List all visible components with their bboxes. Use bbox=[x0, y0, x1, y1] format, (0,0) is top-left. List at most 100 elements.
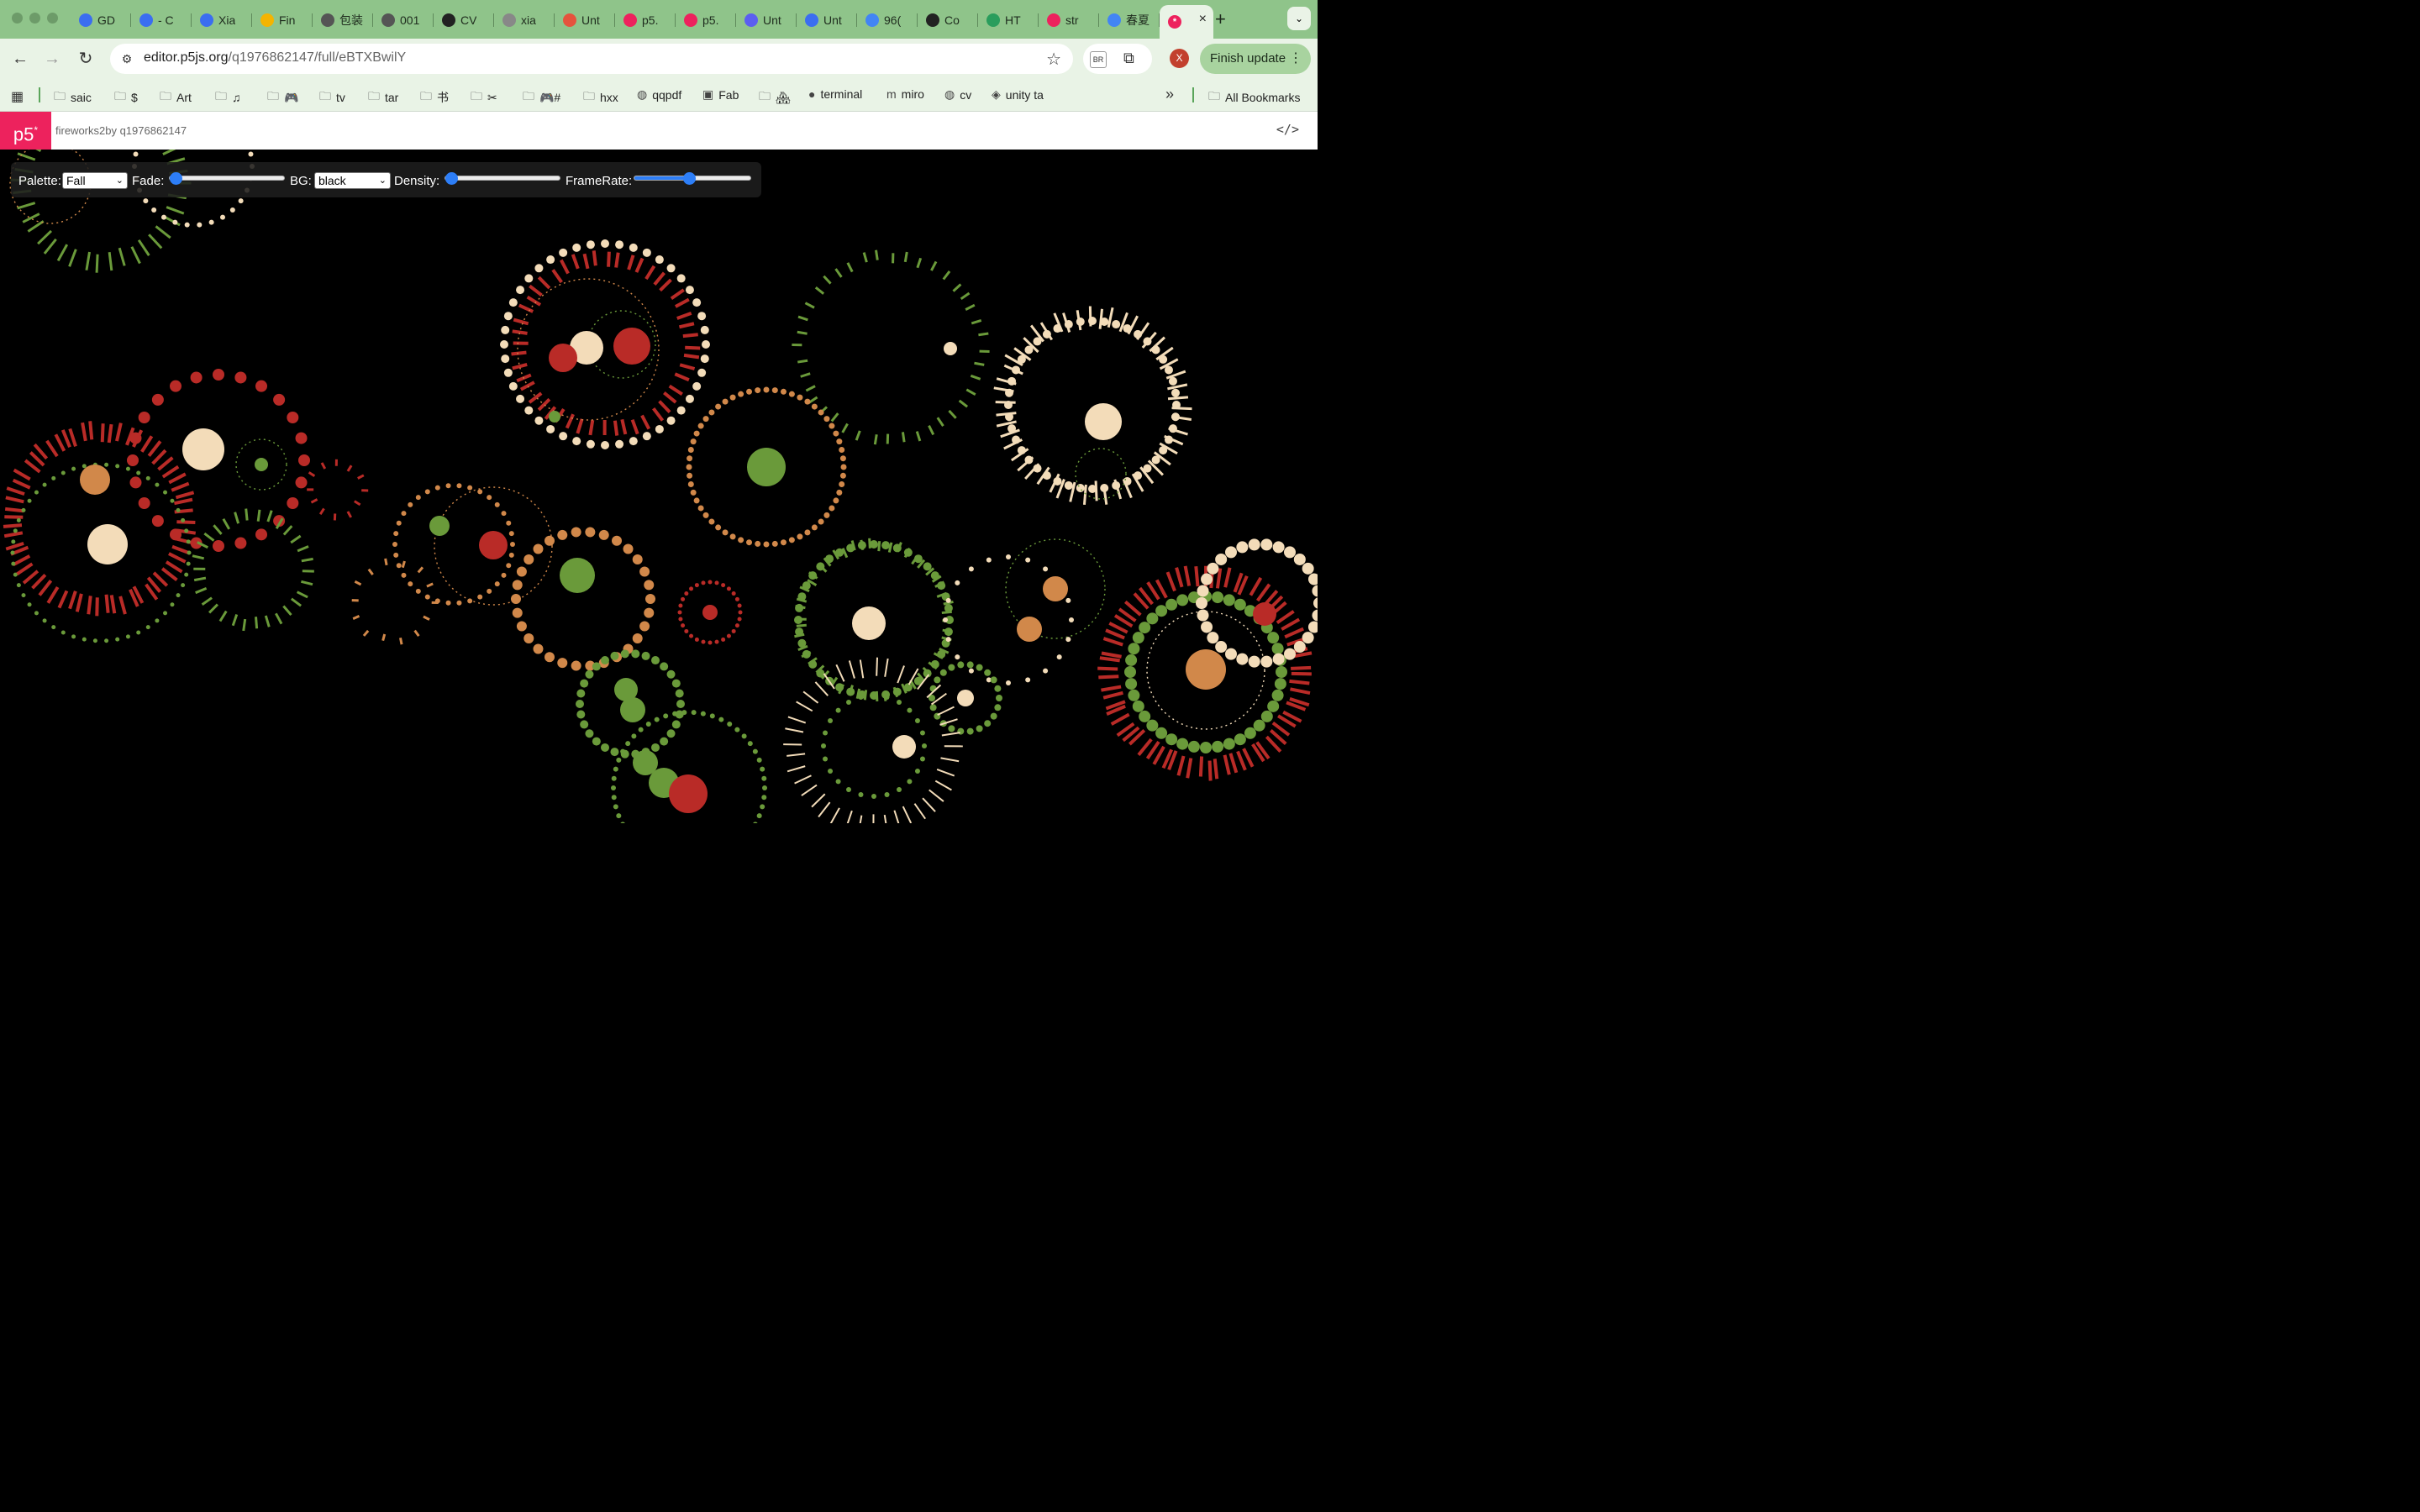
finish-update-button[interactable]: Finish update ⋮ bbox=[1200, 44, 1311, 74]
browser-tab[interactable]: Unt bbox=[736, 5, 797, 35]
bookmark-item[interactable]: ◍ qqpdf bbox=[637, 87, 681, 102]
firework-spark bbox=[1139, 622, 1151, 634]
browser-tab[interactable]: Unt bbox=[797, 5, 857, 35]
bookmark-item[interactable]: 🗀 书 bbox=[420, 87, 449, 108]
more-menu-icon[interactable]: ⋮ bbox=[1289, 44, 1302, 74]
fade-slider[interactable] bbox=[169, 172, 285, 185]
bookmark-item[interactable]: 🗀 ♫ bbox=[215, 87, 241, 108]
firework-streak bbox=[161, 465, 180, 479]
folder-icon: 🗀 bbox=[267, 89, 279, 102]
bookmark-item[interactable]: 🗀 hxx bbox=[583, 87, 618, 108]
bookmark-item[interactable]: 🗀 ✂ bbox=[471, 87, 497, 108]
p5-asterisk-icon: * bbox=[1168, 15, 1181, 29]
bookmark-item[interactable]: 🗀 saic bbox=[54, 87, 92, 108]
firework-spark bbox=[722, 398, 729, 405]
firework-spark bbox=[1125, 654, 1138, 666]
bookmark-item[interactable]: ◍ cv bbox=[944, 87, 971, 102]
firework-spark bbox=[957, 661, 965, 669]
framerate-slider[interactable] bbox=[634, 172, 751, 185]
drive-icon bbox=[260, 13, 274, 27]
firework-spark bbox=[592, 662, 601, 671]
browser-tab[interactable]: p5. bbox=[615, 5, 676, 35]
browser-tab[interactable]: str bbox=[1039, 5, 1099, 35]
framerate-slider-thumb[interactable] bbox=[682, 172, 696, 185]
firework-spark bbox=[1176, 594, 1189, 606]
sketch-title[interactable]: fireworks2by q1976862147 bbox=[55, 124, 187, 137]
browser-tab[interactable]: GD bbox=[71, 5, 131, 35]
bookmark-item[interactable]: ● terminal bbox=[808, 87, 862, 101]
reload-icon[interactable]: ↻ bbox=[76, 49, 96, 69]
palette-select[interactable]: Fall ⌄ bbox=[62, 172, 128, 189]
firework-spark bbox=[494, 501, 500, 507]
firework-streak bbox=[682, 333, 698, 339]
new-tab-button[interactable]: + bbox=[1215, 8, 1226, 30]
browser-tab[interactable]: HT bbox=[978, 5, 1039, 35]
firework-spark bbox=[794, 616, 802, 624]
site-settings-icon[interactable]: ⚙ bbox=[118, 50, 135, 67]
bookmark-item[interactable]: m miro bbox=[886, 87, 924, 101]
firework-streak bbox=[3, 531, 24, 538]
bookmark-item[interactable]: ▣ Fab bbox=[702, 87, 739, 102]
bookmark-item[interactable]: 🗀 🎮# bbox=[523, 87, 560, 108]
all-bookmarks-button[interactable]: 🗀 All Bookmarks bbox=[1208, 87, 1300, 108]
browser-tab[interactable]: Co bbox=[918, 5, 978, 35]
browser-tab[interactable]: 96( bbox=[857, 5, 918, 35]
browser-tab[interactable]: Unt bbox=[555, 5, 615, 35]
code-view-button[interactable]: </> bbox=[1276, 122, 1299, 137]
bookmark-item[interactable]: 🗀 Art bbox=[160, 87, 192, 108]
url-text[interactable]: editor.p5js.org/q1976862147/full/eBTXBwi… bbox=[144, 50, 406, 66]
browser-tab[interactable]: Fin bbox=[252, 5, 313, 35]
firework-spark bbox=[51, 625, 56, 630]
browser-tab[interactable]: 001 bbox=[373, 5, 434, 35]
profile-avatar[interactable]: X bbox=[1170, 49, 1189, 68]
firework-spark bbox=[1125, 678, 1138, 690]
bookmarks-overflow-icon[interactable]: » bbox=[1165, 86, 1174, 103]
back-arrow-icon[interactable]: ← bbox=[10, 49, 30, 69]
browser-tab[interactable]: xia bbox=[494, 5, 555, 35]
bookmark-item[interactable]: 🗀 tar bbox=[368, 87, 398, 108]
bookmark-item[interactable]: ◈ unity ta bbox=[992, 87, 1044, 102]
firework-streak bbox=[916, 257, 923, 269]
sketch-canvas[interactable] bbox=[0, 150, 1318, 823]
browser-tab[interactable]: 包装 bbox=[313, 5, 373, 35]
firework-spark bbox=[544, 535, 555, 546]
tab-search-button[interactable]: ⌄ bbox=[1287, 7, 1311, 30]
browser-tab[interactable]: Xia bbox=[192, 5, 252, 35]
fade-slider-thumb[interactable] bbox=[170, 172, 182, 185]
close-tab-icon[interactable]: × bbox=[1199, 12, 1207, 27]
bg-select[interactable]: black ⌄ bbox=[314, 172, 391, 189]
firework-streak bbox=[893, 810, 900, 823]
bookmark-item[interactable]: 🗀 🎮 bbox=[267, 87, 298, 108]
firework-streak bbox=[855, 430, 861, 441]
firework-spark bbox=[802, 581, 811, 591]
bookmark-item[interactable]: 🗀 $ bbox=[114, 87, 138, 108]
density-slider-thumb[interactable] bbox=[445, 172, 458, 185]
bookmark-item[interactable]: 🗀 🏘 bbox=[759, 87, 791, 108]
apps-grid-icon[interactable]: ▦ bbox=[11, 88, 24, 105]
zoom-window-button[interactable] bbox=[47, 13, 58, 24]
firework-spark bbox=[731, 591, 736, 596]
firework-spark bbox=[1134, 329, 1143, 339]
browser-tab[interactable]: p5. bbox=[676, 5, 736, 35]
browser-tab[interactable]: CV bbox=[434, 5, 494, 35]
browser-tab[interactable]: - C bbox=[131, 5, 192, 35]
forward-arrow-icon[interactable]: → bbox=[42, 49, 62, 69]
density-slider[interactable] bbox=[445, 172, 560, 185]
bookmark-item[interactable]: 🗀 tv bbox=[319, 87, 345, 108]
firework-streak bbox=[958, 399, 969, 408]
firework-spark bbox=[1128, 643, 1140, 655]
active-tab[interactable]: * × bbox=[1160, 5, 1213, 39]
p5-logo[interactable]: p5* bbox=[0, 112, 51, 150]
firework-streak bbox=[903, 251, 908, 263]
minimize-window-button[interactable] bbox=[29, 13, 40, 24]
br-extension-icon[interactable]: BR bbox=[1090, 51, 1107, 68]
firework-core bbox=[852, 606, 886, 640]
extensions-puzzle-icon[interactable]: ⧉ bbox=[1123, 50, 1134, 67]
browser-tab[interactable]: 春夏 bbox=[1099, 5, 1160, 35]
globe-icon bbox=[502, 13, 516, 27]
firework-spark bbox=[835, 548, 844, 557]
close-window-button[interactable] bbox=[12, 13, 23, 24]
address-bar[interactable]: ⚙ editor.p5js.org/q1976862147/full/eBTXB… bbox=[110, 44, 1073, 74]
firework-spark bbox=[1064, 320, 1073, 329]
bookmark-star-icon[interactable]: ☆ bbox=[1046, 49, 1061, 70]
